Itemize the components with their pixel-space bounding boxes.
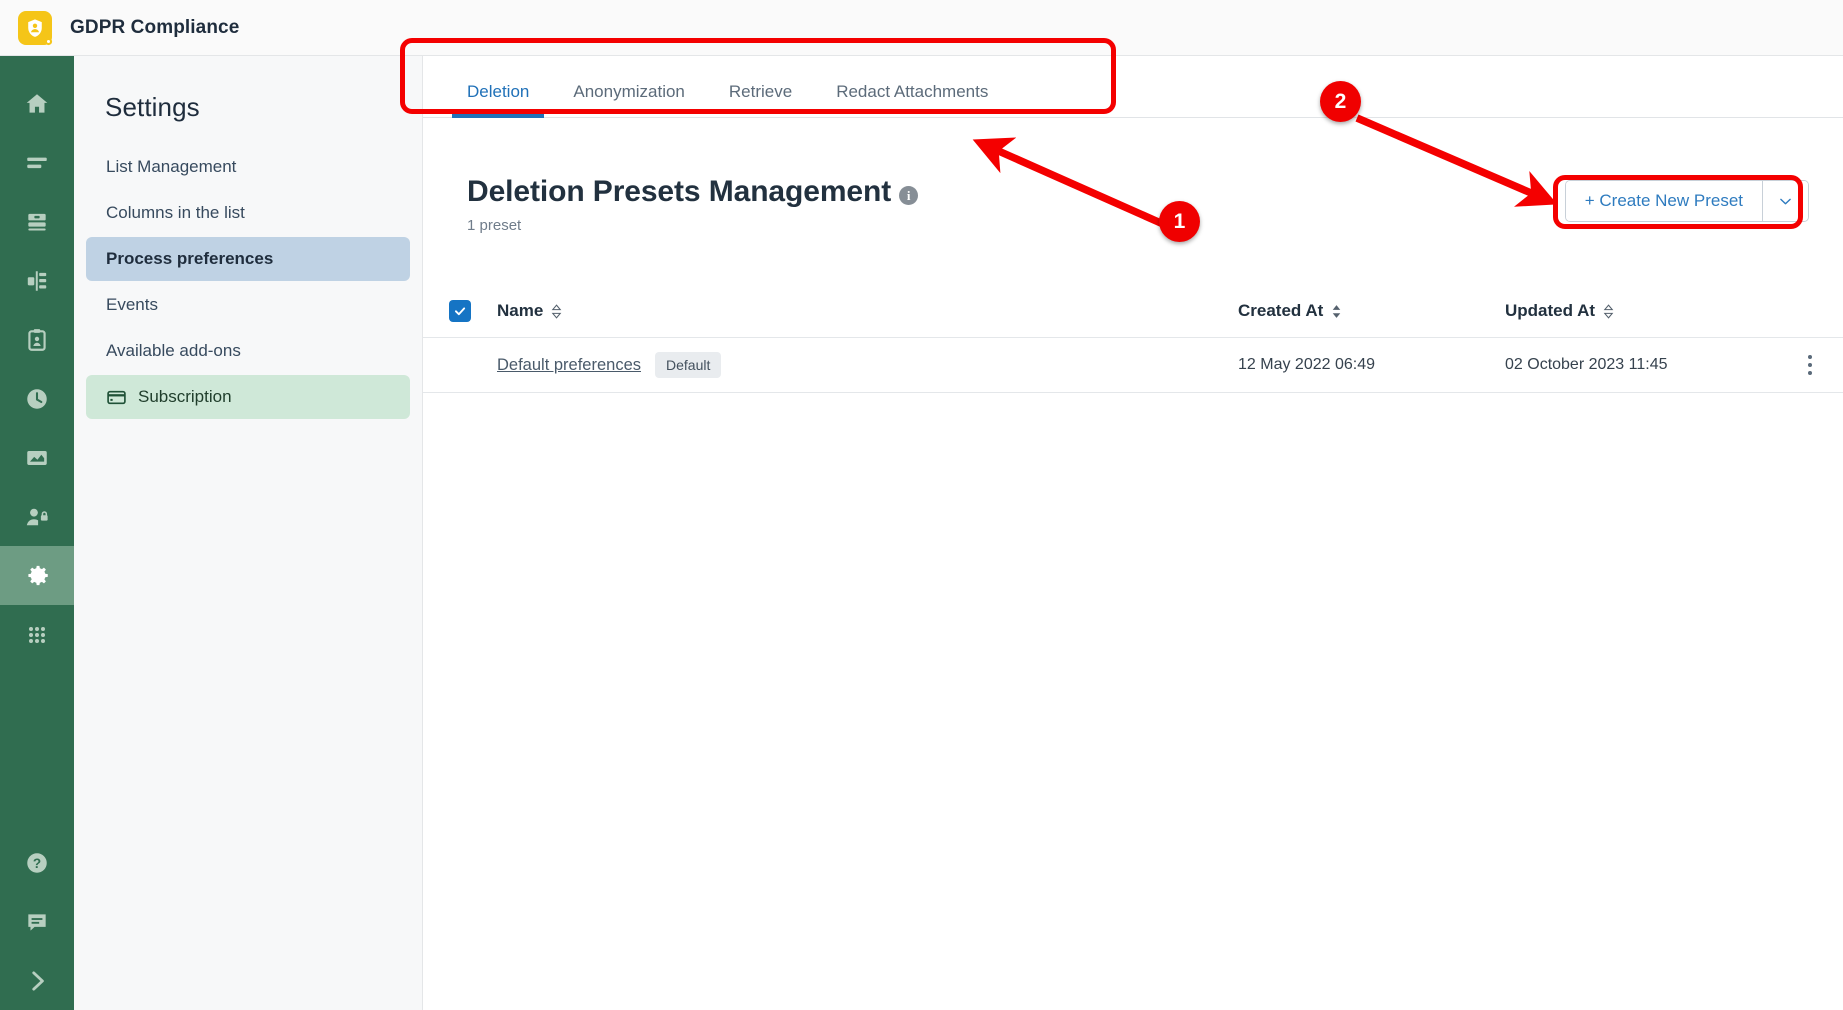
rail-item-feedback[interactable] [0, 892, 74, 951]
chart-image-icon [27, 450, 47, 465]
presets-table: Name Created At Updated At Default prefe… [423, 285, 1843, 393]
sidebar-item-subscription[interactable]: Subscription [86, 375, 410, 419]
column-header-label: Updated At [1505, 301, 1596, 320]
select-all-cell [445, 300, 497, 322]
rail-item-workflow[interactable] [0, 251, 74, 310]
rail-item-help[interactable]: ? [0, 833, 74, 892]
column-header-updated-at[interactable]: Updated At [1505, 301, 1777, 321]
check-icon [454, 307, 466, 316]
chat-icon [28, 913, 46, 931]
rail-item-apps[interactable] [0, 605, 74, 664]
content-header: Deletion Presets Management i 1 preset +… [423, 118, 1843, 234]
tab-deletion[interactable]: Deletion [445, 82, 551, 118]
rail-item-settings[interactable] [0, 546, 74, 605]
grid-dots-icon [29, 626, 45, 643]
credit-card-icon [106, 387, 127, 408]
user-lock-icon [26, 508, 48, 525]
sort-icon-active [1333, 304, 1341, 318]
workflow-icon [27, 270, 47, 291]
column-header-label: Created At [1238, 301, 1324, 320]
sidebar-item-label: Available add-ons [106, 341, 241, 360]
rail-item-expand-sidebar[interactable] [0, 951, 74, 1010]
sidebar-item-label: List Management [106, 157, 237, 176]
tab-bar: Deletion Anonymization Retrieve Redact A… [423, 56, 1843, 118]
select-all-checkbox[interactable] [449, 300, 471, 322]
app-logo [18, 10, 53, 45]
sidebar-item-list-management[interactable]: List Management [86, 145, 410, 189]
settings-sidebar: Settings List Management Columns in the … [74, 56, 423, 1010]
column-header-label: Name [497, 301, 544, 320]
table-row[interactable]: Default preferences Default 12 May 2022 … [423, 338, 1843, 393]
sidebar-item-label: Process preferences [106, 249, 274, 268]
main-content: Deletion Anonymization Retrieve Redact A… [423, 56, 1843, 1010]
list-lines-icon [27, 157, 47, 168]
create-preset-group: + Create New Preset [1564, 180, 1809, 222]
status-badge: Default [655, 352, 722, 378]
clock-icon [27, 388, 47, 409]
chevron-right-icon [32, 970, 44, 991]
settings-heading: Settings [105, 92, 200, 122]
rail-item-history[interactable] [0, 369, 74, 428]
table-header-row: Name Created At Updated At [423, 285, 1843, 338]
row-updated-at: 02 October 2023 11:45 [1505, 356, 1668, 373]
column-header-created-at[interactable]: Created At [1238, 301, 1505, 321]
settings-nav-list: List Management Columns in the list Proc… [74, 145, 422, 419]
preset-count-label: 1 preset [467, 217, 522, 234]
app-window: GDPR Compliance ? Settings List Manageme… [0, 0, 1843, 1010]
logo-corner-badge-icon [44, 37, 53, 45]
rail-item-database[interactable] [0, 192, 74, 251]
rail-item-home[interactable] [0, 74, 74, 133]
shield-person-icon [28, 18, 42, 37]
column-header-updated-cell: Updated At [1505, 301, 1777, 321]
rail-item-lists[interactable] [0, 133, 74, 192]
gear-icon [27, 565, 48, 586]
page-title: Deletion Presets Management i [467, 175, 919, 209]
rail-item-requests[interactable] [0, 310, 74, 369]
create-new-preset-button[interactable]: + Create New Preset [1565, 181, 1762, 221]
row-actions-cell [1777, 355, 1843, 375]
row-name-cell: Default preferences Default [497, 352, 1238, 378]
create-preset-dropdown-toggle[interactable] [1762, 181, 1808, 221]
tab-anonymization[interactable]: Anonymization [551, 82, 707, 117]
page-title-text: Deletion Presets Management [467, 175, 892, 208]
clipboard-person-icon [28, 328, 46, 351]
sidebar-item-process-preferences[interactable]: Process preferences [86, 237, 410, 281]
tab-retrieve[interactable]: Retrieve [707, 82, 814, 117]
sidebar-item-label: Subscription [138, 387, 232, 406]
column-header-name-cell: Name [497, 301, 1238, 321]
sidebar-item-label: Columns in the list [106, 203, 245, 222]
database-icon [28, 213, 46, 230]
column-header-created-cell: Created At [1238, 301, 1505, 321]
sort-icon [551, 303, 562, 319]
sort-icon [1603, 303, 1614, 319]
sidebar-item-events[interactable]: Events [86, 283, 410, 327]
info-icon[interactable]: i [899, 185, 919, 205]
tab-redact-attachments[interactable]: Redact Attachments [814, 82, 1010, 117]
question-circle-icon: ? [27, 852, 47, 873]
icon-rail: ? [0, 56, 74, 1010]
svg-text:?: ? [33, 855, 41, 870]
sidebar-item-columns-in-the-list[interactable]: Columns in the list [86, 191, 410, 235]
app-title: GDPR Compliance [70, 16, 240, 38]
column-header-name[interactable]: Name [497, 301, 563, 321]
preset-name-link[interactable]: Default preferences [497, 356, 641, 375]
row-created-at: 12 May 2022 06:49 [1238, 356, 1375, 373]
chevron-down-icon [1780, 198, 1791, 204]
top-bar: GDPR Compliance [0, 0, 1843, 56]
page-title-block: Deletion Presets Management i 1 preset [467, 175, 919, 234]
sidebar-item-label: Events [106, 295, 158, 314]
rail-item-reports[interactable] [0, 428, 74, 487]
sidebar-item-available-add-ons[interactable]: Available add-ons [86, 329, 410, 373]
rail-item-privacy[interactable] [0, 487, 74, 546]
kebab-menu-icon[interactable] [1808, 355, 1812, 375]
home-icon [26, 93, 48, 113]
rail-bottom-group: ? [0, 833, 74, 1010]
